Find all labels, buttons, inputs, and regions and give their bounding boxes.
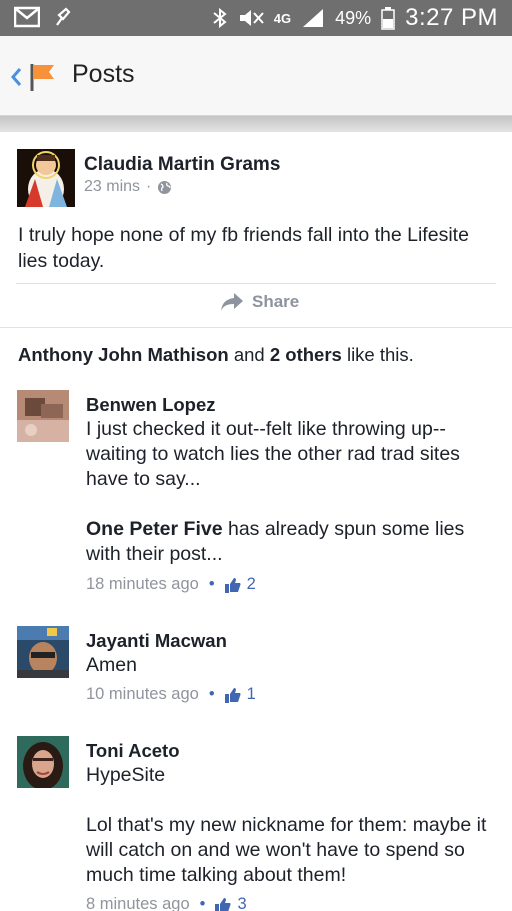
comment-author[interactable]: Toni Aceto: [86, 740, 180, 762]
mute-icon: [239, 10, 264, 26]
status-left-icons: [14, 6, 72, 28]
comment-time[interactable]: 18 minutes ago: [86, 575, 199, 594]
like-count: 3: [237, 895, 247, 911]
comment-text-body: HypeSite: [86, 764, 166, 786]
share-button[interactable]: Share: [220, 292, 299, 312]
meta-dot: •: [208, 575, 215, 593]
status-right: 4G 49% 3:27 PM: [212, 0, 498, 36]
comment-meta: 18 minutes ago • 2: [86, 575, 256, 594]
comment-meta: 10 minutes ago • 1: [86, 685, 256, 704]
pin-icon: [56, 7, 71, 26]
likes-others[interactable]: 2 others: [270, 344, 342, 365]
post-time[interactable]: 23 mins: [84, 178, 140, 196]
likes-suffix: like this.: [346, 344, 414, 365]
comment-text-cont: Lol that's my new nickname for them: may…: [86, 814, 487, 886]
share-arrow-icon: [221, 293, 243, 311]
comment-time[interactable]: 10 minutes ago: [86, 685, 199, 704]
comment-mention[interactable]: One Peter Five: [86, 518, 223, 540]
comment-author[interactable]: Jayanti Macwan: [86, 630, 227, 652]
flag-icon: [30, 64, 54, 91]
meta-dot: •: [208, 685, 215, 703]
like-count: 1: [246, 685, 256, 703]
post-author-name[interactable]: Claudia Martin Grams: [84, 154, 280, 176]
comment-like-count[interactable]: 2: [224, 575, 256, 594]
page-title: Posts: [72, 60, 135, 88]
globe-icon: [158, 180, 172, 194]
battery-percent: 49%: [335, 7, 372, 28]
network-type: 4G: [273, 10, 292, 26]
comment-time[interactable]: 8 minutes ago: [86, 895, 190, 911]
comment-avatar[interactable]: [17, 626, 69, 678]
back-button[interactable]: [10, 62, 66, 92]
post-text: I truly hope none of my fb friends fall …: [18, 224, 469, 272]
comment-like-count[interactable]: 3: [215, 895, 247, 911]
like-count: 2: [246, 575, 256, 593]
post-author-avatar[interactable]: [17, 149, 75, 209]
comment-text: Amen: [86, 654, 137, 676]
likes-summary[interactable]: Anthony John Mathison and 2 others like …: [18, 344, 414, 366]
status-bar: 4G 49% 3:27 PM: [0, 0, 512, 36]
gmail-icon: [14, 6, 40, 28]
comment-avatar[interactable]: [17, 390, 69, 442]
section-divider: [0, 327, 512, 328]
battery-icon: [381, 7, 395, 30]
comment-text: HypeSite Lol that's my new nickname for t…: [86, 763, 496, 888]
meta-dot: •: [199, 895, 206, 911]
meta-separator: ·: [146, 178, 152, 195]
comment-meta: 8 minutes ago • 3: [86, 895, 247, 911]
thumbs-up-icon: [224, 577, 241, 593]
thumbs-up-icon: [215, 897, 231, 911]
comment-avatar[interactable]: [17, 736, 69, 788]
header-shadow: [0, 116, 512, 132]
thumbs-up-icon: [224, 687, 241, 703]
clock: 3:27 PM: [405, 4, 498, 31]
post-divider: [16, 283, 496, 284]
share-label: Share: [252, 292, 300, 311]
chevron-left-icon: [11, 68, 22, 86]
liker-name[interactable]: Anthony John Mathison: [18, 344, 229, 365]
comment-author[interactable]: Benwen Lopez: [86, 394, 216, 416]
comment-text-body: I just checked it out--felt like throwin…: [86, 418, 460, 490]
likes-and: and: [233, 344, 265, 365]
post-meta: 23 mins ·: [84, 178, 172, 196]
signal-icon: [303, 9, 324, 27]
bluetooth-icon: [213, 7, 227, 29]
comment-text: I just checked it out--felt like throwin…: [86, 417, 496, 567]
comment-like-count[interactable]: 1: [224, 685, 256, 704]
